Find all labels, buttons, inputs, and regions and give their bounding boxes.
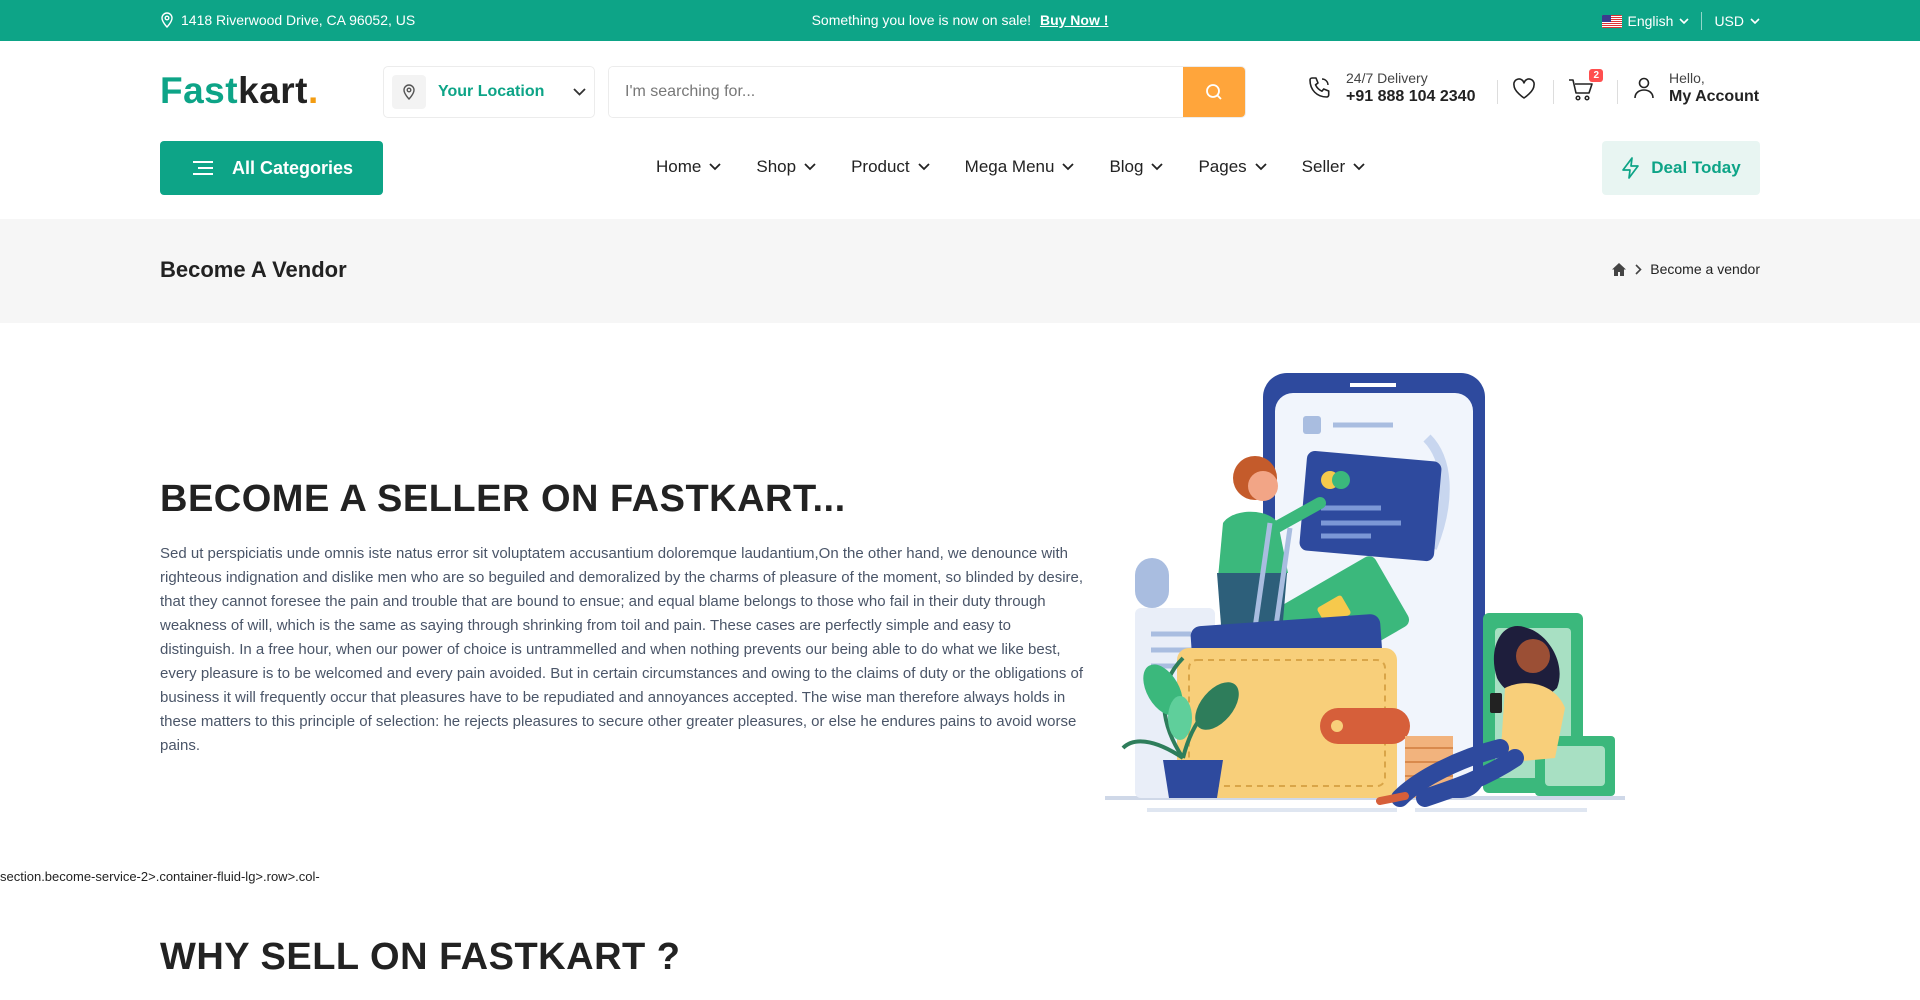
- currency-label: USD: [1714, 13, 1744, 29]
- top-bar: 1418 Riverwood Drive, CA 96052, US Somet…: [0, 0, 1920, 41]
- menu-item-label: Pages: [1198, 157, 1247, 176]
- hero-title: BECOME A SELLER ON FASTKART...: [160, 478, 846, 520]
- delivery-contact[interactable]: 24/7 Delivery +91 888 104 2340: [1306, 70, 1475, 106]
- menu-item-label: Home: [656, 157, 702, 176]
- lightning-icon: [1621, 157, 1641, 179]
- locale-switchers: English USD: [1601, 12, 1760, 30]
- search-input[interactable]: [609, 67, 1183, 117]
- chevron-down-icon: [709, 163, 721, 171]
- chevron-down-icon: [1750, 18, 1760, 24]
- us-flag-icon: [1601, 14, 1622, 28]
- search-icon: [1205, 83, 1223, 101]
- seller-illustration: [1105, 368, 1625, 818]
- delivery-label: 24/7 Delivery: [1346, 70, 1428, 86]
- phone-icon: [1306, 75, 1332, 101]
- breadcrumb-section: Become A Vendor Become a vendor: [0, 219, 1920, 323]
- breadcrumb-current: Become a vendor: [1650, 261, 1760, 277]
- main-menu: Home Shop Product Mega Menu Blog Pages S…: [656, 157, 1400, 177]
- chevron-down-icon: [918, 163, 930, 171]
- logo-text-fast: Fast: [160, 70, 239, 111]
- why-sell-title: WHY SELL ON FASTKART ?: [160, 936, 681, 978]
- all-categories-button[interactable]: All Categories: [160, 141, 383, 195]
- dev-inspector-path: section.become-service-2>.container-flui…: [0, 869, 320, 884]
- account-greeting: Hello,: [1669, 70, 1705, 86]
- deal-today-button[interactable]: Deal Today: [1602, 141, 1760, 195]
- chevron-down-icon: [1062, 163, 1075, 171]
- menu-item-product[interactable]: Product: [851, 157, 930, 177]
- menu-item-label: Seller: [1301, 157, 1346, 176]
- account-label: My Account: [1669, 88, 1760, 105]
- buy-now-link[interactable]: Buy Now !: [1040, 12, 1108, 28]
- location-pin-icon: [392, 75, 426, 109]
- menu-item-home[interactable]: Home: [656, 157, 721, 177]
- chevron-down-icon: [804, 163, 816, 171]
- page-title: Become A Vendor: [160, 257, 347, 282]
- cart-count-badge: 2: [1589, 69, 1603, 82]
- divider: [1553, 80, 1554, 104]
- site-logo[interactable]: Fastkart.: [160, 70, 319, 112]
- currency-selector[interactable]: USD: [1702, 13, 1760, 29]
- chevron-down-icon: [573, 88, 586, 96]
- menu-item-label: Shop: [756, 157, 797, 176]
- search-bar: [608, 66, 1246, 118]
- chevron-down-icon: [1353, 163, 1365, 171]
- menu-item-label: Mega Menu: [964, 157, 1055, 176]
- hero-description: Sed ut perspiciatis unde omnis iste natu…: [160, 545, 1084, 754]
- menu-item-shop[interactable]: Shop: [756, 157, 816, 177]
- chevron-down-icon: [1151, 163, 1164, 171]
- menu-item-label: Blog: [1109, 157, 1144, 176]
- chevron-down-icon: [1679, 18, 1690, 24]
- wishlist-button[interactable]: [1512, 78, 1536, 100]
- home-icon[interactable]: [1611, 262, 1627, 277]
- menu-item-label: Product: [851, 157, 910, 176]
- menu-item-mega-menu[interactable]: Mega Menu: [965, 157, 1075, 177]
- location-selector[interactable]: Your Location: [383, 66, 595, 118]
- heart-icon: [1512, 78, 1536, 100]
- menu-item-seller[interactable]: Seller: [1302, 157, 1365, 177]
- divider: [1497, 80, 1498, 104]
- chevron-down-icon: [1255, 163, 1267, 171]
- promo-text: Something you love is now on sale!: [811, 12, 1032, 28]
- logo-text-kart: kart: [238, 70, 308, 111]
- divider: [1617, 80, 1618, 104]
- location-label: Your Location: [438, 83, 545, 100]
- menu-lines-icon: [192, 160, 214, 176]
- account-menu[interactable]: Hello, My Account: [1633, 70, 1759, 106]
- language-selector[interactable]: English: [1601, 13, 1702, 29]
- menu-item-blog[interactable]: Blog: [1109, 157, 1164, 177]
- language-label: English: [1627, 13, 1674, 29]
- search-button[interactable]: [1183, 67, 1245, 117]
- all-categories-label: All Categories: [232, 157, 354, 178]
- logo-dot: .: [307, 70, 319, 111]
- user-icon: [1633, 76, 1655, 100]
- delivery-phone: +91 888 104 2340: [1346, 88, 1476, 105]
- breadcrumb: Become a vendor: [1611, 261, 1760, 277]
- cart-button[interactable]: 2: [1568, 69, 1603, 102]
- deal-today-label: Deal Today: [1651, 158, 1741, 177]
- menu-item-pages[interactable]: Pages: [1198, 157, 1267, 177]
- chevron-right-icon: [1635, 263, 1642, 275]
